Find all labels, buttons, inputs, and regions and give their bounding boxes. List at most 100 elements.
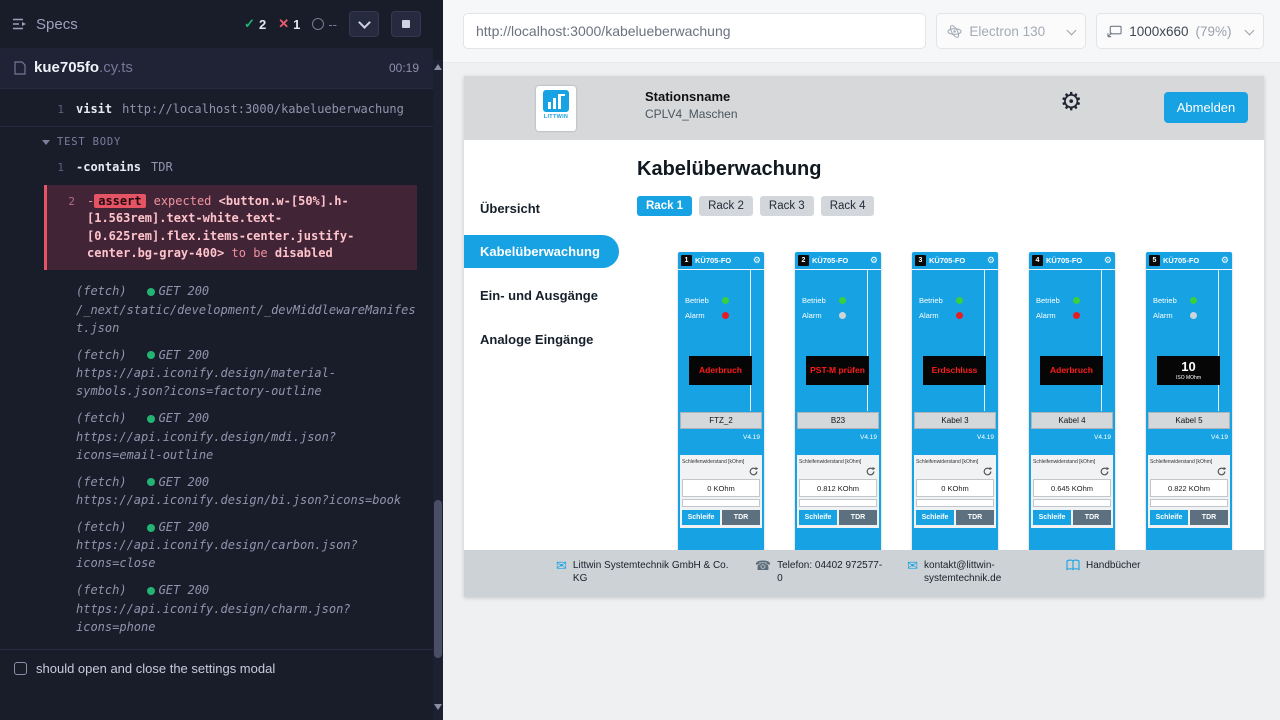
- stop-tests-button[interactable]: [391, 11, 421, 37]
- status-ok-dot: [147, 351, 155, 359]
- schleife-button[interactable]: Schleife: [1150, 510, 1188, 525]
- fetch-log-row[interactable]: (fetch)GET 200 https://api.iconify.desig…: [0, 342, 433, 405]
- nav-item-ein-und-ausgaenge[interactable]: Ein- und Ausgänge: [464, 273, 619, 317]
- phone-number[interactable]: Telefon: 04402 972577-0: [777, 559, 885, 585]
- browser-selector[interactable]: Electron 130: [936, 13, 1086, 49]
- nav-item-analoge-eingaenge[interactable]: Analoge Eingänge: [464, 317, 619, 361]
- alarm-label: Alarm: [1036, 311, 1056, 320]
- measurement-panel: Schleifenwiderstand [kOhm] 0.822 KOhm Sc…: [1148, 455, 1230, 528]
- scrollbar-thumb[interactable]: [434, 500, 442, 658]
- visit-command-row[interactable]: 1 visithttp://localhost:3000/kabelueberw…: [0, 97, 433, 122]
- tdr-button[interactable]: TDR: [839, 510, 877, 525]
- next-test-row[interactable]: should open and close the settings modal: [0, 649, 433, 686]
- fetch-log-row[interactable]: (fetch)GET 200 /_next/static/development…: [0, 278, 433, 341]
- fetch-log-row[interactable]: (fetch)GET 200 https://api.iconify.desig…: [0, 405, 433, 468]
- logout-button[interactable]: Abmelden: [1164, 92, 1248, 123]
- mail-icon: ✉: [907, 559, 918, 572]
- status-text: PST-M prüfen: [809, 366, 866, 376]
- tdr-button[interactable]: TDR: [1190, 510, 1228, 525]
- fetch-status: GET 200: [159, 283, 210, 300]
- footer-email: ✉ kontakt@littwin-systemtechnik.de: [907, 559, 1044, 585]
- schleife-button[interactable]: Schleife: [682, 510, 720, 525]
- command-name: -contains: [76, 160, 141, 174]
- cable-name-field[interactable]: FTZ_2: [680, 412, 762, 429]
- cable-name-field[interactable]: B23: [797, 412, 879, 429]
- nav-item-kabelueberwachung[interactable]: Kabelüberwachung: [464, 235, 619, 268]
- tab-rack-2[interactable]: Rack 2: [699, 196, 753, 216]
- measurement-panel: Schleifenwiderstand [kOhm] 0 KOhm Schlei…: [680, 455, 762, 528]
- spec-file-row[interactable]: kue705fo.cy.ts 00:19: [0, 48, 433, 89]
- phone-icon: ☎: [755, 559, 771, 572]
- specs-menu-icon[interactable]: [12, 17, 28, 31]
- device-status-display: PST-M prüfen: [806, 356, 869, 385]
- fetch-log-row[interactable]: (fetch)GET 200 https://api.iconify.desig…: [0, 514, 433, 577]
- test-body-section-header[interactable]: TEST BODY: [0, 129, 433, 155]
- fetch-log-row[interactable]: (fetch)GET 200 https://api.iconify.desig…: [0, 469, 433, 514]
- tdr-button[interactable]: TDR: [956, 510, 994, 525]
- schleife-button[interactable]: Schleife: [916, 510, 954, 525]
- rack-tabs: Rack 1 Rack 2 Rack 3 Rack 4: [637, 196, 1264, 216]
- viewport-selector[interactable]: 1000x660 (79%): [1096, 13, 1264, 49]
- refresh-icon[interactable]: [982, 466, 993, 477]
- nav-item-uebersicht[interactable]: Übersicht: [464, 186, 619, 230]
- tdr-button[interactable]: TDR: [1073, 510, 1111, 525]
- chevron-down-icon: [42, 140, 50, 145]
- refresh-icon[interactable]: [1216, 466, 1227, 477]
- firmware-version-label: V4.19: [977, 434, 994, 441]
- app-footer: ✉ Littwin Systemtechnik GmbH & Co. KG ☎ …: [464, 550, 1264, 597]
- device-gear-icon[interactable]: ⚙: [987, 256, 995, 265]
- collapse-panel-button[interactable]: [349, 11, 379, 37]
- alarm-status-dot: [1073, 312, 1080, 319]
- refresh-icon[interactable]: [1099, 466, 1110, 477]
- footer-company: ✉ Littwin Systemtechnik GmbH & Co. KG: [556, 559, 733, 585]
- refresh-icon[interactable]: [865, 466, 876, 477]
- station-info: Stationsname CPLV4_Maschen: [645, 89, 738, 121]
- device-card-2: 2 KÜ705-FO ⚙ Betrieb Alarm PST-M prüfen …: [795, 252, 881, 562]
- url-input[interactable]: [463, 13, 926, 49]
- pending-count: --: [328, 17, 337, 32]
- chevron-down-icon: [1245, 25, 1255, 35]
- fetch-status: GET 200: [159, 519, 210, 536]
- device-status-display: 10 ISO MOhm: [1157, 356, 1220, 385]
- contains-command-row[interactable]: 1 -containsTDR: [0, 155, 433, 180]
- device-gear-icon[interactable]: ⚙: [870, 256, 878, 265]
- settings-gear-icon[interactable]: ⚙: [1060, 90, 1082, 115]
- measurement-panel: Schleifenwiderstand [kOhm] 0.812 KOhm Sc…: [797, 455, 879, 528]
- refresh-icon[interactable]: [748, 466, 759, 477]
- specs-label[interactable]: Specs: [36, 16, 78, 33]
- schleife-button[interactable]: Schleife: [1033, 510, 1071, 525]
- schleife-button[interactable]: Schleife: [799, 510, 837, 525]
- reporter-bottom-space: [0, 686, 433, 720]
- device-card-4: 4 KÜ705-FO ⚙ Betrieb Alarm Aderbruch Kab…: [1029, 252, 1115, 562]
- scroll-down-arrow-icon[interactable]: [434, 704, 442, 710]
- tdr-button[interactable]: TDR: [722, 510, 760, 525]
- fetch-status: GET 200: [159, 474, 210, 491]
- assert-failed-command-row[interactable]: 2 -assertexpected <button.w-[50%].h-[1.5…: [44, 185, 417, 271]
- resistance-value: 0 KOhm: [916, 479, 994, 497]
- email-address[interactable]: kontakt@littwin-systemtechnik.de: [924, 559, 1044, 585]
- cable-name-field[interactable]: Kabel 3: [914, 412, 996, 429]
- manuals-link[interactable]: Handbücher: [1086, 559, 1140, 572]
- cable-name-field[interactable]: Kabel 4: [1031, 412, 1113, 429]
- station-label: Stationsname: [645, 89, 738, 104]
- scroll-up-arrow-icon[interactable]: [434, 64, 442, 70]
- footer-phone: ☎ Telefon: 04402 972577-0: [755, 559, 885, 585]
- fetch-log-row[interactable]: (fetch)GET 200 https://api.iconify.desig…: [0, 577, 433, 640]
- status-ok-dot: [147, 524, 155, 532]
- passed-stat: ✓2: [244, 16, 266, 32]
- device-gear-icon[interactable]: ⚙: [753, 256, 761, 265]
- viewport-zoom: (79%): [1196, 24, 1232, 39]
- tab-rack-1[interactable]: Rack 1: [637, 196, 692, 216]
- cable-name-field[interactable]: Kabel 5: [1148, 412, 1230, 429]
- fetch-status: GET 200: [159, 410, 210, 427]
- command-arg: http://localhost:3000/kabelueberwachung: [122, 102, 404, 116]
- tab-rack-4[interactable]: Rack 4: [821, 196, 875, 216]
- tab-rack-3[interactable]: Rack 3: [760, 196, 814, 216]
- device-gear-icon[interactable]: ⚙: [1104, 256, 1112, 265]
- device-gear-icon[interactable]: ⚙: [1221, 256, 1229, 265]
- fetch-tag: (fetch): [76, 283, 127, 300]
- device-number-badge: 5: [1149, 255, 1160, 266]
- reporter-scrollbar[interactable]: [433, 0, 443, 720]
- footer-manuals[interactable]: Handbücher: [1066, 559, 1140, 572]
- company-name: Littwin Systemtechnik GmbH & Co. KG: [573, 559, 733, 585]
